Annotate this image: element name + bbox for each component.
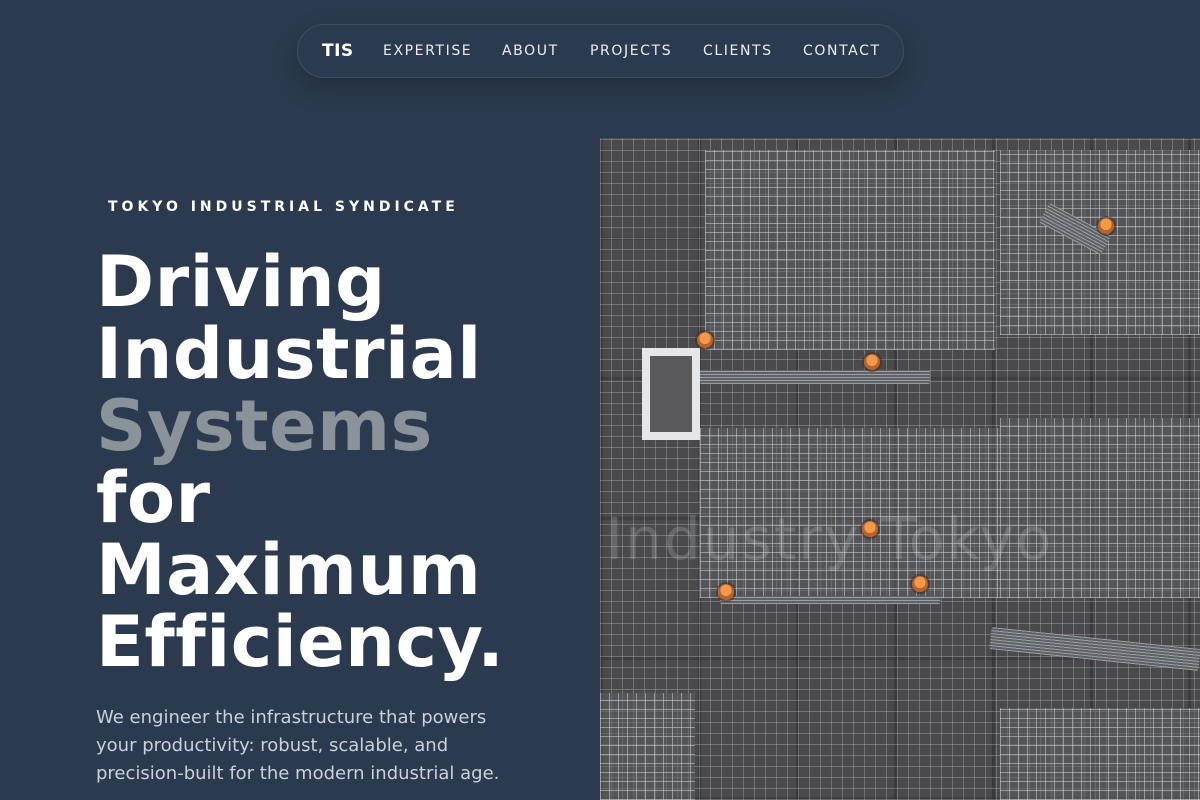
headline-line-highlight: Systems	[96, 385, 433, 467]
rebar-bundle	[720, 596, 940, 604]
rebar-mesh	[1000, 708, 1200, 800]
headline-line: Industrial	[96, 313, 482, 395]
worker	[718, 584, 734, 600]
headline-line: for	[96, 457, 211, 539]
nav-link-expertise[interactable]: EXPERTISE	[383, 25, 472, 77]
hero-description: We engineer the infrastructure that powe…	[96, 707, 500, 784]
nav-link-projects[interactable]: PROJECTS	[590, 25, 672, 77]
headline-line: Driving	[96, 241, 386, 323]
rebar-bundle	[989, 627, 1200, 671]
nav-link-contact[interactable]: CONTACT	[803, 25, 881, 77]
page: TIS EXPERTISE ABOUT PROJECTS CLIENTS CON…	[0, 0, 1200, 800]
headline-line: Maximum	[96, 529, 482, 611]
logo[interactable]: TIS	[322, 25, 354, 77]
top-nav: TIS EXPERTISE ABOUT PROJECTS CLIENTS CON…	[297, 24, 904, 78]
hero-image-construction-site	[600, 138, 1200, 800]
hero-headline: Driving Industrial Systems for Maximum E…	[96, 246, 576, 678]
nav-link-about[interactable]: ABOUT	[502, 25, 559, 77]
worker	[697, 332, 713, 348]
worker	[1098, 218, 1114, 234]
rebar-bundle	[700, 370, 930, 384]
headline-line: Efficiency.	[96, 601, 505, 683]
rebar-mesh	[705, 150, 995, 350]
rebar-mesh	[600, 693, 695, 800]
image-watermark: Industry Tokyo	[606, 505, 1054, 573]
worker	[912, 576, 928, 592]
concrete-opening	[642, 348, 700, 440]
worker	[864, 354, 880, 370]
hero-eyebrow: TOKYO INDUSTRIAL SYNDICATE	[108, 199, 459, 215]
nav-link-clients[interactable]: CLIENTS	[703, 25, 773, 77]
